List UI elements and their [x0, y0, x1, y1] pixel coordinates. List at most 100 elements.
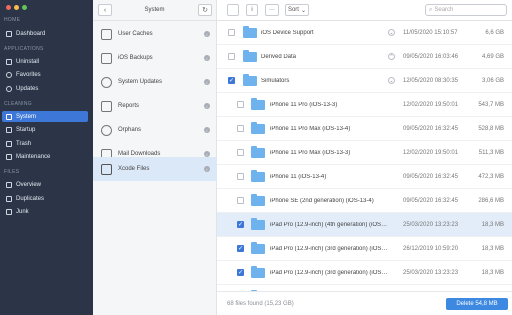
folder-icon [251, 121, 265, 134]
sort-dropdown[interactable]: Sort ⌄ [285, 4, 309, 16]
info-icon[interactable]: i [204, 127, 210, 133]
section-title-files: FILES [4, 169, 20, 175]
uninstall-icon [6, 58, 12, 65]
sidebar-item-system[interactable]: System [2, 111, 88, 122]
sidebar-item-duplicates[interactable]: Duplicates [2, 193, 88, 204]
info-icon[interactable]: i [204, 55, 210, 61]
file-row[interactable]: iPhone 11 (iOS-13-4) 09/05/2020 16:32:45 4… [217, 165, 512, 189]
category-item-ios-backups[interactable]: iOS Backups i [93, 46, 217, 70]
sidebar: HOME Dashboard APPLICATIONS Uninstall Fa… [0, 0, 93, 315]
info-icon[interactable]: i [204, 79, 210, 85]
more-icon: ··· [269, 7, 275, 13]
file-name: iPhone 11 Pro (iOS-13-3) [270, 101, 338, 108]
category-label: User Caches [118, 31, 153, 37]
category-label: Xcode Files [118, 166, 150, 172]
folder-icon [251, 97, 265, 110]
startup-icon [6, 126, 12, 133]
section-title-cleaning: CLEANING [4, 101, 32, 107]
refresh-button[interactable]: ↻ [198, 4, 212, 16]
info-icon[interactable]: i [204, 103, 210, 109]
file-checkbox[interactable] [237, 149, 244, 156]
file-checkbox[interactable] [228, 29, 235, 36]
file-date: 11/05/2020 15:10:57 [403, 29, 458, 36]
search-placeholder: Search [434, 7, 454, 13]
orphans-icon [101, 124, 112, 136]
expand-toggle-icon[interactable]: ⌄ [388, 29, 395, 36]
file-date: 12/02/2020 19:50:01 [403, 149, 459, 156]
user-caches-icon [101, 28, 112, 40]
file-row[interactable]: ✓ Simulators ⌄ 12/05/2020 08:30:35 3,06 GB [217, 69, 512, 93]
file-checkbox[interactable]: ✓ [237, 269, 244, 276]
file-row[interactable]: iPhone 11 Pro Max (iOS-13-3) 12/02/2020 1… [217, 141, 512, 165]
file-checkbox[interactable] [228, 53, 235, 60]
category-item-reports[interactable]: Reports i [93, 94, 217, 118]
section-title-home: HOME [4, 17, 21, 23]
file-name: Derived Data [261, 53, 297, 60]
sidebar-item-trash[interactable]: Trash [2, 138, 88, 149]
hammer-icon [101, 163, 112, 175]
more-button[interactable]: ··· [265, 4, 279, 16]
minimize-window-button[interactable] [14, 5, 19, 10]
search-field[interactable]: ⌕ Search [425, 4, 507, 16]
folder-icon [243, 73, 257, 86]
sidebar-item-dashboard[interactable]: Dashboard [2, 28, 88, 39]
system-updates-icon [101, 76, 112, 88]
expand-toggle-icon[interactable]: ⌄ [388, 77, 395, 84]
sidebar-item-favorites[interactable]: Favorites [2, 69, 88, 80]
file-row[interactable]: iPhone 11 Pro Max (iOS-13-4) 09/05/2020 1… [217, 117, 512, 141]
file-row[interactable]: iPhone SE (2nd generation) (iOS-13-4) 09/… [217, 189, 512, 213]
sidebar-item-maintenance[interactable]: Maintenance [2, 151, 88, 162]
expand-toggle-icon[interactable]: ⌃ [388, 53, 395, 60]
sidebar-item-junk[interactable]: Junk [2, 206, 88, 217]
sidebar-item-label: System [16, 113, 37, 120]
file-row[interactable]: Derived Data ⌃ 09/05/2020 16:03:46 4,69 GB [217, 45, 512, 69]
sidebar-item-updates[interactable]: Updates [2, 83, 88, 94]
category-panel-header: ‹ System ↻ [93, 0, 216, 21]
file-date: 09/05/2020 16:03:46 [403, 53, 459, 60]
file-list-footer: 68 files found (15,23 GB) Delete 54,8 MB [217, 291, 512, 315]
info-icon[interactable]: i [204, 166, 210, 172]
reports-icon [101, 100, 112, 112]
file-row[interactable]: ✓ iPad Pro (12.9-inch) (4th generation) (… [217, 213, 512, 237]
folder-icon [251, 145, 265, 158]
category-item-xcode-files[interactable]: Xcode Files i [93, 157, 217, 181]
category-item-user-caches[interactable]: User Caches i [93, 22, 217, 46]
dashboard-icon [6, 30, 12, 37]
updates-icon [6, 85, 12, 92]
file-checkbox[interactable]: ✓ [237, 245, 244, 252]
sidebar-item-label: Dashboard [16, 30, 46, 37]
file-name: iOS Device Support [261, 29, 314, 36]
sidebar-item-overview[interactable]: Overview [2, 179, 88, 190]
file-checkbox[interactable]: ✓ [228, 77, 235, 84]
delete-button[interactable]: Delete 54,8 MB [446, 298, 508, 310]
file-row[interactable]: iPhone 11 Pro (iOS-13-3) 12/02/2020 19:50… [217, 93, 512, 117]
trash-icon [6, 140, 12, 147]
section-title-applications: APPLICATIONS [4, 46, 44, 52]
file-row[interactable]: ✓ iPad Pro (12.9-inch) (3rd generation) (… [217, 237, 512, 261]
close-window-button[interactable] [6, 5, 11, 10]
folder-icon [251, 265, 265, 278]
sidebar-item-label: Uninstall [16, 58, 40, 65]
info-button[interactable]: i [246, 4, 258, 16]
file-size: 18,3 MB [481, 245, 504, 252]
file-name: iPhone 11 (iOS-13-4) [270, 173, 327, 180]
file-name: iPad Pro (12.9-inch) (4th generation) (i… [270, 221, 389, 228]
info-icon[interactable]: i [204, 31, 210, 37]
file-row[interactable]: iOS Device Support ⌄ 11/05/2020 15:10:57 6,… [217, 21, 512, 45]
sidebar-item-uninstall[interactable]: Uninstall [2, 56, 88, 67]
file-row[interactable]: ✓ iPad Pro (12.9-inch) (3rd generation) (… [217, 261, 512, 285]
zoom-window-button[interactable] [22, 5, 27, 10]
category-item-system-updates[interactable]: System Updates i [93, 70, 217, 94]
category-label: System Updates [118, 79, 163, 85]
folder-icon [251, 217, 265, 230]
overview-icon [6, 181, 12, 188]
select-all-checkbox[interactable] [227, 4, 239, 16]
file-checkbox[interactable] [237, 197, 244, 204]
category-item-orphans[interactable]: Orphans i [93, 118, 217, 142]
file-date: 09/05/2020 16:32:45 [403, 173, 459, 180]
sidebar-item-startup[interactable]: Startup [2, 124, 88, 135]
file-checkbox[interactable]: ✓ [237, 221, 244, 228]
file-checkbox[interactable] [237, 173, 244, 180]
file-checkbox[interactable] [237, 125, 244, 132]
file-checkbox[interactable] [237, 101, 244, 108]
